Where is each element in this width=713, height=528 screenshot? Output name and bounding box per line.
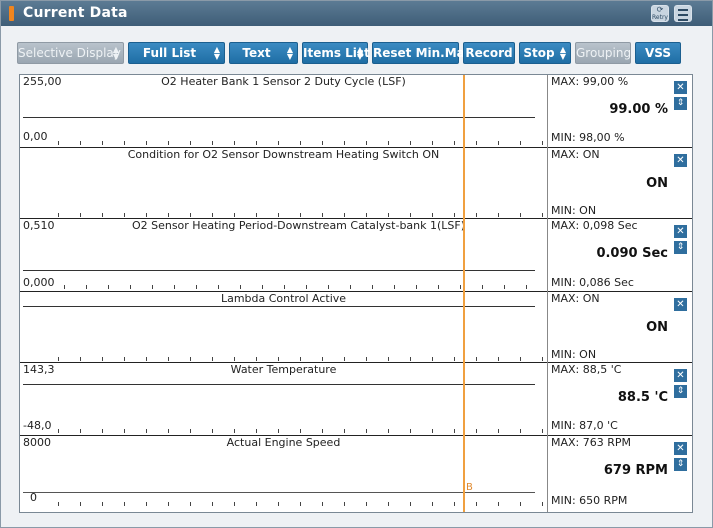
grouping-label: Grouping bbox=[576, 46, 632, 60]
vss-label: VSS bbox=[644, 46, 672, 60]
value-panel: MAX: ON ON MIN: ON ✕ bbox=[548, 292, 692, 362]
max-value: MAX: 763 RPM bbox=[551, 436, 632, 449]
retry-label: Retry bbox=[652, 14, 668, 21]
menu-button[interactable] bbox=[674, 5, 692, 22]
record-cursor[interactable] bbox=[463, 75, 465, 512]
value-panel: MAX: 88,5 'C 88.5 'C MIN: 87,0 'C ✕ ⇕ bbox=[548, 363, 692, 435]
max-value: MAX: ON bbox=[551, 292, 600, 305]
graph-trace bbox=[23, 492, 535, 493]
menu-icon bbox=[675, 9, 691, 21]
selective-display-button[interactable]: Selective Display ▲ ▼ bbox=[17, 42, 124, 64]
toolbar: Selective Display ▲ ▼ Full List ▲ ▼ Text ▲… bbox=[17, 42, 697, 64]
text-label: Text bbox=[242, 46, 271, 60]
current-value: 0.090 Sec bbox=[596, 246, 668, 261]
min-value: MIN: 0,086 Sec bbox=[551, 276, 634, 289]
graph-trace bbox=[23, 306, 535, 307]
max-value: MAX: 0,098 Sec bbox=[551, 219, 638, 232]
graph-min-scale: 0,000 bbox=[23, 276, 55, 289]
current-value: 99.00 % bbox=[609, 102, 668, 117]
current-data-window: Current Data ⟳ Retry Selective Display ▲… bbox=[0, 0, 713, 528]
graph-trace bbox=[23, 117, 535, 118]
title-accent-icon bbox=[9, 6, 14, 21]
selective-display-label: Selective Display bbox=[18, 46, 121, 60]
graph-ticks bbox=[58, 429, 545, 433]
max-value: MAX: 99,00 % bbox=[551, 75, 629, 88]
close-icon[interactable]: ✕ bbox=[674, 298, 687, 311]
graph-title: Lambda Control Active bbox=[220, 292, 347, 305]
vss-button[interactable]: VSS bbox=[635, 42, 681, 64]
stop-label: Stop bbox=[523, 46, 555, 60]
value-panel: MAX: 99,00 % 99.00 % MIN: 98,00 % ✕ ⇕ bbox=[548, 75, 692, 147]
full-list-label: Full List bbox=[142, 46, 197, 60]
spinner-icon: ▲ ▼ bbox=[286, 45, 293, 61]
graph-row[interactable]: 8000 Actual Engine Speed 0 bbox=[20, 436, 547, 512]
min-value: MIN: ON bbox=[551, 348, 597, 361]
graph-trace bbox=[23, 270, 535, 271]
grouping-button[interactable]: Grouping bbox=[575, 42, 631, 64]
reorder-icon[interactable]: ⇕ bbox=[674, 385, 687, 398]
graph-title: Condition for O2 Sensor Downstream Heati… bbox=[127, 148, 440, 161]
graph-min-scale: 0 bbox=[30, 491, 37, 504]
record-button[interactable]: Record bbox=[463, 42, 515, 64]
items-list-button[interactable]: Items List ▲ ▼ bbox=[302, 42, 370, 64]
full-list-button[interactable]: Full List ▲ ▼ bbox=[128, 42, 225, 64]
graph-title: O2 Sensor Heating Period-Downstream Cata… bbox=[131, 219, 466, 232]
current-value: 88.5 'C bbox=[617, 390, 668, 405]
value-panel: MAX: ON ON MIN: ON ✕ bbox=[548, 148, 692, 218]
graph-row[interactable]: Condition for O2 Sensor Downstream Heati… bbox=[20, 148, 547, 218]
value-panel: MAX: 763 RPM 679 RPM MIN: 650 RPM ✕ ⇕ bbox=[548, 436, 692, 512]
retry-icon: ⟳ bbox=[656, 5, 664, 14]
reorder-icon[interactable]: ⇕ bbox=[674, 97, 687, 110]
min-value: MIN: 650 RPM bbox=[551, 494, 628, 507]
graph-min-scale: 0,00 bbox=[23, 130, 48, 143]
current-value: ON bbox=[646, 320, 668, 335]
record-label: Record bbox=[465, 46, 513, 60]
graph-title: O2 Heater Bank 1 Sensor 2 Duty Cycle (LS… bbox=[161, 75, 406, 88]
spinner-icon: ▲ ▼ bbox=[356, 45, 363, 61]
graph-title: Actual Engine Speed bbox=[226, 436, 341, 449]
close-icon[interactable]: ✕ bbox=[674, 369, 687, 382]
min-value: MIN: ON bbox=[551, 204, 597, 217]
spinner-icon: ▲ ▼ bbox=[213, 45, 220, 61]
graph-row[interactable]: Lambda Control Active bbox=[20, 292, 547, 362]
graph-ticks bbox=[58, 141, 545, 145]
graph-ticks bbox=[64, 285, 545, 289]
graph-min-scale: -48,0 bbox=[23, 419, 52, 432]
spinner-icon: ▲ ▼ bbox=[112, 45, 119, 61]
column-divider bbox=[547, 75, 548, 512]
close-icon[interactable]: ✕ bbox=[674, 442, 687, 455]
reset-minmax-label: Reset Min.Max bbox=[373, 46, 473, 60]
close-icon[interactable]: ✕ bbox=[674, 225, 687, 238]
cursor-label: B bbox=[466, 482, 473, 493]
title-bar: Current Data ⟳ Retry bbox=[1, 1, 712, 26]
stop-button[interactable]: Stop ▲ ▼ bbox=[519, 42, 571, 64]
items-list-label: Items List bbox=[303, 46, 370, 60]
retry-button[interactable]: ⟳ Retry bbox=[651, 5, 669, 22]
reset-minmax-button[interactable]: Reset Min.Max bbox=[372, 42, 473, 64]
value-panel: MAX: 0,098 Sec 0.090 Sec MIN: 0,086 Sec … bbox=[548, 219, 692, 291]
graph-row[interactable]: 0,510 O2 Sensor Heating Period-Downstrea… bbox=[20, 219, 547, 291]
close-icon[interactable]: ✕ bbox=[674, 81, 687, 94]
graph-row[interactable]: 255,00 O2 Heater Bank 1 Sensor 2 Duty Cy… bbox=[20, 75, 547, 147]
graph-title: Water Temperature bbox=[230, 363, 337, 376]
current-value: ON bbox=[646, 176, 668, 191]
min-value: MIN: 87,0 'C bbox=[551, 419, 618, 432]
text-button[interactable]: Text ▲ ▼ bbox=[229, 42, 298, 64]
spinner-icon: ▲ ▼ bbox=[559, 45, 566, 61]
graph-trace bbox=[23, 384, 535, 385]
graph-ticks bbox=[58, 357, 545, 361]
reorder-icon[interactable]: ⇕ bbox=[674, 458, 687, 471]
graph-row[interactable]: 143,3 Water Temperature -48,0 bbox=[20, 363, 547, 435]
min-value: MIN: 98,00 % bbox=[551, 131, 625, 144]
current-value: 679 RPM bbox=[603, 463, 668, 478]
graph-ticks bbox=[58, 213, 545, 217]
max-value: MAX: ON bbox=[551, 148, 600, 161]
reorder-icon[interactable]: ⇕ bbox=[674, 241, 687, 254]
window-title: Current Data bbox=[23, 5, 128, 21]
graph-ticks bbox=[58, 502, 545, 506]
close-icon[interactable]: ✕ bbox=[674, 154, 687, 167]
data-panel: 255,00 O2 Heater Bank 1 Sensor 2 Duty Cy… bbox=[19, 74, 693, 513]
max-value: MAX: 88,5 'C bbox=[551, 363, 622, 376]
